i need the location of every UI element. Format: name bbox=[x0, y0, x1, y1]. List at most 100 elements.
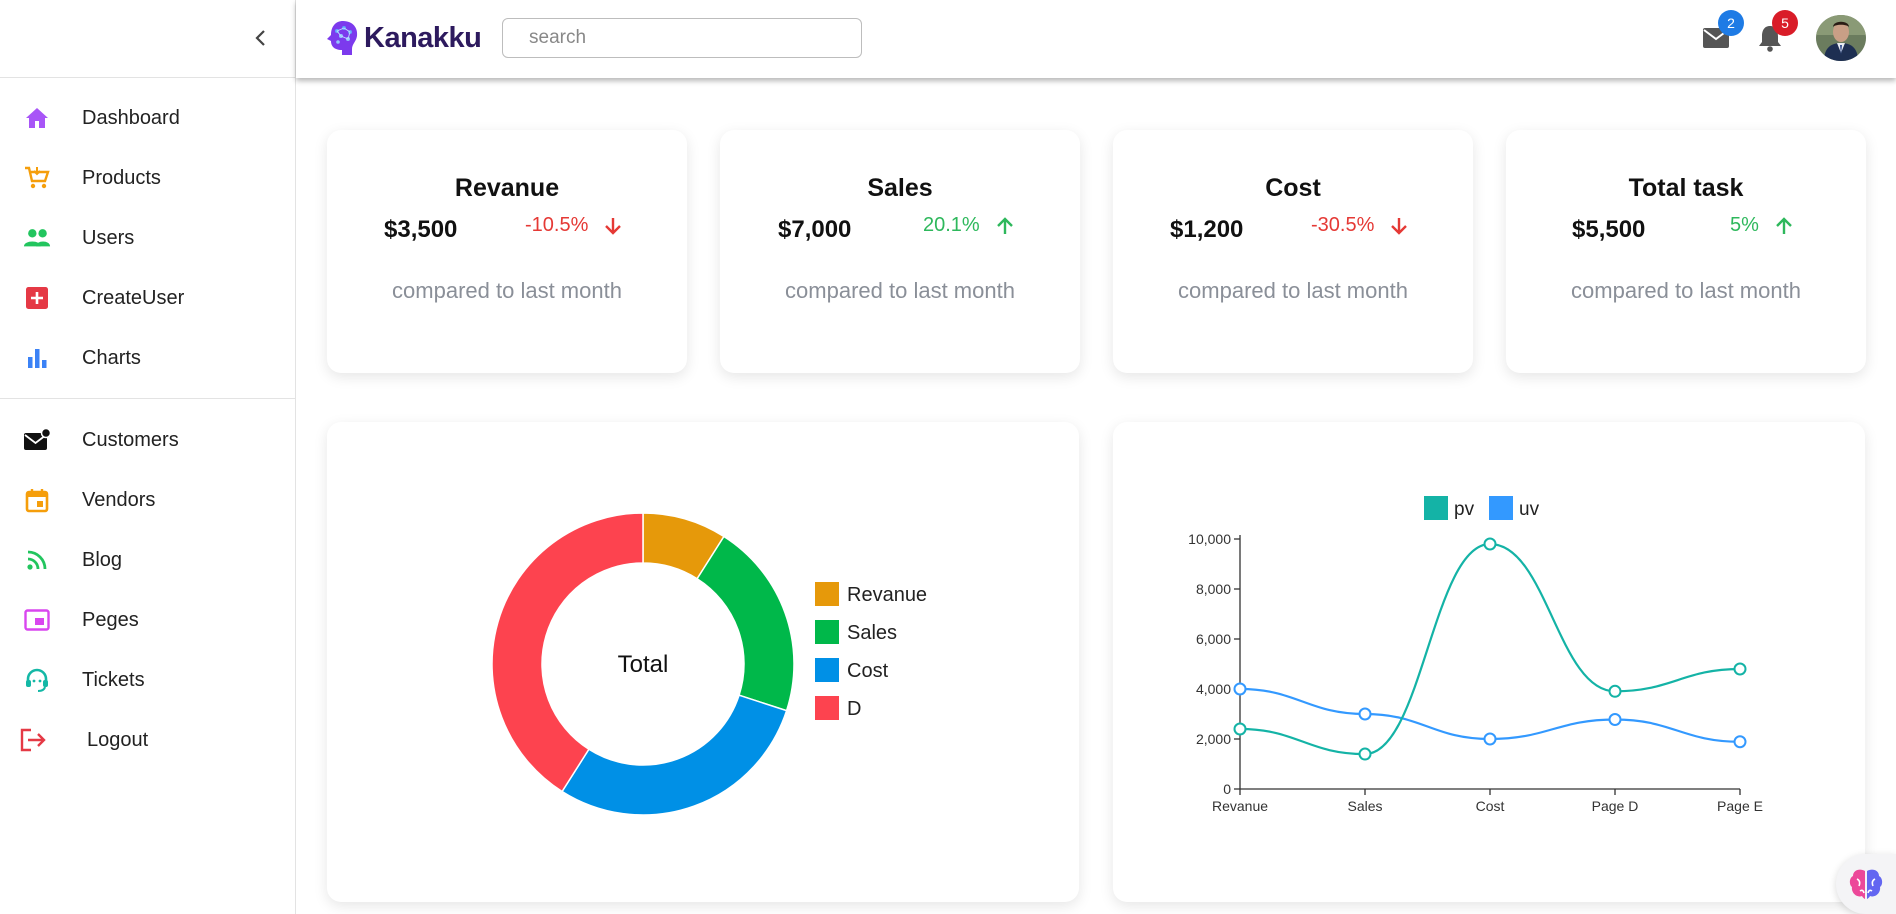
pie-slice bbox=[561, 694, 788, 816]
sidebar-item-products[interactable]: Products bbox=[0, 153, 296, 203]
legend-label: D bbox=[847, 698, 861, 720]
data-point-uv bbox=[1358, 707, 1372, 721]
donut-center-label: Total bbox=[618, 651, 669, 678]
data-point-uv bbox=[1733, 735, 1747, 749]
data-point-pv bbox=[1608, 684, 1622, 698]
stat-card-cost: Cost $1,200 -30.5% compared to last mont… bbox=[1113, 130, 1473, 373]
sidebar-item-charts[interactable]: Charts bbox=[0, 333, 296, 383]
legend-label: uv bbox=[1519, 499, 1540, 520]
collapse-sidebar-button[interactable] bbox=[249, 25, 273, 51]
sidebar-item-vendors[interactable]: Vendors bbox=[0, 475, 296, 525]
sidebar-item-label: Tickets bbox=[82, 668, 145, 691]
data-point-uv bbox=[1608, 713, 1622, 726]
stat-comparison-text: compared to last month bbox=[1178, 278, 1408, 303]
stat-comparison-text: compared to last month bbox=[785, 278, 1015, 303]
data-point-pv bbox=[1233, 722, 1247, 736]
arrow-up-icon bbox=[1776, 216, 1792, 234]
x-tick-label: Revanue bbox=[1212, 798, 1268, 814]
user-avatar-icon bbox=[1816, 15, 1866, 61]
notification-count-badge: 5 bbox=[1772, 10, 1798, 36]
headset-icon bbox=[23, 666, 51, 694]
legend-swatch bbox=[815, 620, 839, 644]
stat-value: $1,200 bbox=[1170, 216, 1244, 243]
stat-value: $3,500 bbox=[384, 216, 458, 243]
arrow-up-icon bbox=[996, 216, 1013, 234]
assistant-button[interactable] bbox=[1836, 854, 1896, 914]
avatar[interactable] bbox=[1816, 15, 1866, 61]
data-point-uv bbox=[1233, 682, 1247, 696]
mail-count-badge: 2 bbox=[1718, 10, 1744, 36]
legend-swatch bbox=[815, 658, 839, 682]
y-tick-label: 2,000 bbox=[1196, 731, 1231, 747]
legend-swatch bbox=[815, 696, 839, 720]
app-name: Kanakku bbox=[364, 21, 482, 54]
sidebar-item-tickets[interactable]: Tickets bbox=[0, 655, 296, 705]
sidebar-item-label: Dashboard bbox=[82, 106, 180, 129]
y-tick-label: 8,000 bbox=[1196, 581, 1231, 597]
cart-icon bbox=[23, 164, 51, 192]
sidebar-item-label: Vendors bbox=[82, 488, 156, 511]
legend-label: pv bbox=[1454, 499, 1475, 520]
sidebar-item-label: Users bbox=[82, 226, 135, 249]
y-tick-label: 4,000 bbox=[1196, 681, 1231, 697]
mail-badge-icon bbox=[23, 426, 51, 454]
x-tick-label: Cost bbox=[1476, 798, 1505, 814]
app-logo[interactable]: Kanakku bbox=[325, 17, 482, 59]
sidebar-item-label: Logout bbox=[87, 728, 149, 751]
legend-label: Revanue bbox=[847, 584, 927, 606]
stat-title: Total task bbox=[1628, 174, 1744, 202]
data-point-pv bbox=[1483, 537, 1497, 551]
data-point-uv bbox=[1483, 732, 1497, 746]
sidebar-item-label: Products bbox=[82, 166, 161, 189]
legend-swatch bbox=[1424, 496, 1448, 520]
stat-card-total-task: Total task $5,500 5% compared to last mo… bbox=[1506, 130, 1866, 373]
stat-comparison-text: compared to last month bbox=[392, 278, 622, 303]
data-point-pv bbox=[1358, 747, 1372, 761]
data-point-pv bbox=[1733, 662, 1747, 676]
legend-label: Sales bbox=[847, 622, 897, 644]
sidebar-item-label: CreateUser bbox=[82, 286, 185, 309]
search-input[interactable] bbox=[502, 18, 862, 58]
sidebar-item-dashboard[interactable]: Dashboard bbox=[0, 93, 296, 143]
stat-comparison-text: compared to last month bbox=[1571, 278, 1801, 303]
home-icon bbox=[23, 104, 51, 132]
sidebar: Dashboard Products Users CreateUser Char… bbox=[0, 0, 296, 914]
sidebar-item-blog[interactable]: Blog bbox=[0, 535, 296, 585]
sidebar-divider bbox=[0, 77, 296, 78]
stat-value: $5,500 bbox=[1572, 216, 1646, 243]
stat-title: Revanue bbox=[454, 174, 560, 202]
brain-icon bbox=[1849, 869, 1883, 899]
stat-value: $7,000 bbox=[778, 216, 852, 243]
donut-chart-card: Total Revanue Sales Cost D bbox=[327, 422, 1079, 902]
add-box-icon bbox=[23, 284, 51, 312]
pie-slice bbox=[696, 535, 795, 712]
sidebar-item-peges[interactable]: Peges bbox=[0, 595, 296, 645]
y-tick-label: 6,000 bbox=[1196, 631, 1231, 647]
stat-change: 5% bbox=[1730, 214, 1795, 237]
sidebar-item-customers[interactable]: Customers bbox=[0, 415, 296, 465]
users-icon bbox=[23, 224, 51, 252]
logout-icon bbox=[19, 726, 47, 754]
sidebar-item-users[interactable]: Users bbox=[0, 213, 296, 263]
picture-in-picture-icon bbox=[23, 606, 51, 634]
sidebar-divider bbox=[0, 398, 296, 399]
y-tick-label: 10,000 bbox=[1188, 531, 1231, 547]
donut-chart: Total Revanue Sales Cost D bbox=[491, 512, 927, 816]
stat-title: Sales bbox=[867, 174, 933, 202]
arrow-down-icon bbox=[1391, 217, 1408, 235]
sidebar-item-label: Blog bbox=[82, 548, 123, 571]
stat-card-sales: Sales $7,000 20.1% compared to last mont… bbox=[720, 130, 1080, 373]
x-tick-label: Page E bbox=[1717, 798, 1763, 814]
stat-change: -30.5% bbox=[1311, 214, 1410, 237]
sidebar-item-logout[interactable]: Logout bbox=[0, 715, 296, 765]
sidebar-item-createuser[interactable]: CreateUser bbox=[0, 273, 296, 323]
stat-change-value: 20.1% bbox=[923, 214, 980, 236]
legend-label: Cost bbox=[847, 660, 889, 682]
brain-logo-icon bbox=[327, 21, 358, 55]
bar-chart-icon bbox=[23, 344, 51, 372]
sidebar-item-label: Peges bbox=[82, 608, 139, 631]
stat-change-value: -10.5% bbox=[525, 214, 589, 236]
stat-title: Cost bbox=[1265, 174, 1321, 202]
stat-card-revanue: Revanue $3,500 -10.5% compared to last m… bbox=[327, 130, 687, 373]
legend-swatch bbox=[815, 582, 839, 606]
